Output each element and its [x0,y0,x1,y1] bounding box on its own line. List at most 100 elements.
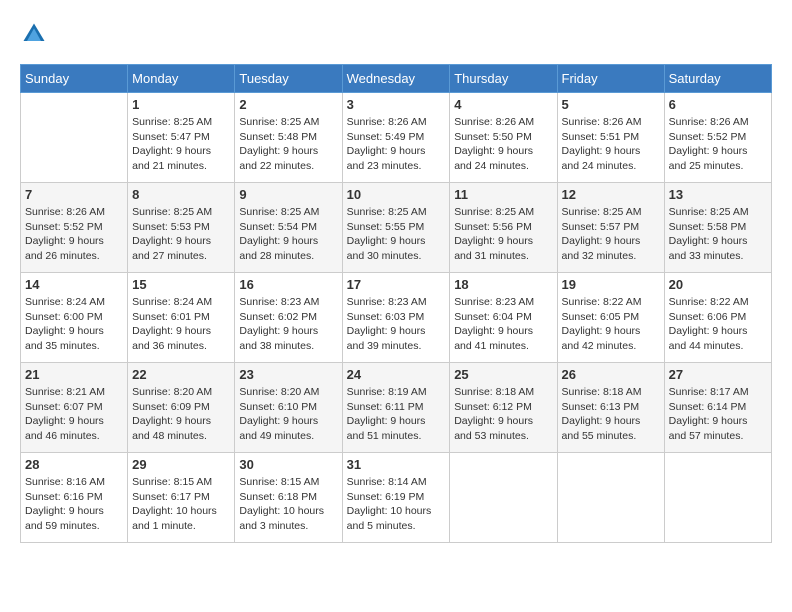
day-info: Sunrise: 8:19 AMSunset: 6:11 PMDaylight:… [347,385,446,444]
day-cell: 13 Sunrise: 8:25 AMSunset: 5:58 PMDayligh… [664,183,771,273]
day-cell: 7 Sunrise: 8:26 AMSunset: 5:52 PMDaylight… [21,183,128,273]
day-info: Sunrise: 8:24 AMSunset: 6:00 PMDaylight:… [25,295,123,354]
day-info: Sunrise: 8:18 AMSunset: 6:13 PMDaylight:… [562,385,660,444]
day-info: Sunrise: 8:20 AMSunset: 6:09 PMDaylight:… [132,385,230,444]
day-info: Sunrise: 8:26 AMSunset: 5:52 PMDaylight:… [25,205,123,264]
page-header [20,20,772,48]
day-info: Sunrise: 8:25 AMSunset: 5:54 PMDaylight:… [239,205,337,264]
week-row-1: 1 Sunrise: 8:25 AMSunset: 5:47 PMDaylight… [21,93,772,183]
header-sunday: Sunday [21,65,128,93]
day-number: 28 [25,457,123,472]
day-info: Sunrise: 8:25 AMSunset: 5:57 PMDaylight:… [562,205,660,264]
day-number: 16 [239,277,337,292]
day-number: 20 [669,277,767,292]
logo [20,20,52,48]
day-number: 27 [669,367,767,382]
day-number: 7 [25,187,123,202]
day-number: 26 [562,367,660,382]
day-number: 14 [25,277,123,292]
day-cell [557,453,664,543]
day-info: Sunrise: 8:24 AMSunset: 6:01 PMDaylight:… [132,295,230,354]
day-info: Sunrise: 8:22 AMSunset: 6:06 PMDaylight:… [669,295,767,354]
day-number: 18 [454,277,552,292]
header-tuesday: Tuesday [235,65,342,93]
day-info: Sunrise: 8:15 AMSunset: 6:18 PMDaylight:… [239,475,337,534]
header-saturday: Saturday [664,65,771,93]
day-cell: 16 Sunrise: 8:23 AMSunset: 6:02 PMDayligh… [235,273,342,363]
day-cell: 8 Sunrise: 8:25 AMSunset: 5:53 PMDaylight… [128,183,235,273]
day-number: 24 [347,367,446,382]
day-info: Sunrise: 8:23 AMSunset: 6:02 PMDaylight:… [239,295,337,354]
day-number: 22 [132,367,230,382]
day-number: 2 [239,97,337,112]
day-cell: 21 Sunrise: 8:21 AMSunset: 6:07 PMDayligh… [21,363,128,453]
day-info: Sunrise: 8:23 AMSunset: 6:03 PMDaylight:… [347,295,446,354]
day-info: Sunrise: 8:17 AMSunset: 6:14 PMDaylight:… [669,385,767,444]
week-row-3: 14 Sunrise: 8:24 AMSunset: 6:00 PMDayligh… [21,273,772,363]
day-info: Sunrise: 8:26 AMSunset: 5:51 PMDaylight:… [562,115,660,174]
day-cell: 17 Sunrise: 8:23 AMSunset: 6:03 PMDayligh… [342,273,450,363]
day-cell [450,453,557,543]
day-cell: 4Sunrise: 8:26 AMSunset: 5:50 PMDaylight… [450,93,557,183]
day-number: 25 [454,367,552,382]
day-cell: 20 Sunrise: 8:22 AMSunset: 6:06 PMDayligh… [664,273,771,363]
day-info: Sunrise: 8:25 AMSunset: 5:55 PMDaylight:… [347,205,446,264]
header-monday: Monday [128,65,235,93]
day-cell: 18 Sunrise: 8:23 AMSunset: 6:04 PMDayligh… [450,273,557,363]
week-row-4: 21 Sunrise: 8:21 AMSunset: 6:07 PMDayligh… [21,363,772,453]
day-cell: 11Sunrise: 8:25 AMSunset: 5:56 PMDayligh… [450,183,557,273]
day-number: 13 [669,187,767,202]
day-number: 23 [239,367,337,382]
day-info: Sunrise: 8:15 AMSunset: 6:17 PMDaylight:… [132,475,230,534]
day-number: 11 [454,187,552,202]
day-info: Sunrise: 8:25 AMSunset: 5:47 PMDaylight:… [132,115,230,174]
day-cell: 24 Sunrise: 8:19 AMSunset: 6:11 PMDayligh… [342,363,450,453]
logo-icon [20,20,48,48]
day-cell: 19Sunrise: 8:22 AMSunset: 6:05 PMDayligh… [557,273,664,363]
day-cell: 1 Sunrise: 8:25 AMSunset: 5:47 PMDaylight… [128,93,235,183]
header-thursday: Thursday [450,65,557,93]
day-info: Sunrise: 8:23 AMSunset: 6:04 PMDaylight:… [454,295,552,354]
day-number: 3 [347,97,446,112]
day-info: Sunrise: 8:25 AMSunset: 5:48 PMDaylight:… [239,115,337,174]
day-cell: 30 Sunrise: 8:15 AMSunset: 6:18 PMDayligh… [235,453,342,543]
day-number: 30 [239,457,337,472]
day-info: Sunrise: 8:21 AMSunset: 6:07 PMDaylight:… [25,385,123,444]
week-row-5: 28Sunrise: 8:16 AMSunset: 6:16 PMDayligh… [21,453,772,543]
day-info: Sunrise: 8:20 AMSunset: 6:10 PMDaylight:… [239,385,337,444]
calendar-table: SundayMondayTuesdayWednesdayThursdayFrid… [20,64,772,543]
day-number: 6 [669,97,767,112]
day-info: Sunrise: 8:14 AMSunset: 6:19 PMDaylight:… [347,475,446,534]
day-number: 31 [347,457,446,472]
day-cell: 23 Sunrise: 8:20 AMSunset: 6:10 PMDayligh… [235,363,342,453]
day-cell: 15 Sunrise: 8:24 AMSunset: 6:01 PMDayligh… [128,273,235,363]
day-number: 5 [562,97,660,112]
day-cell: 27 Sunrise: 8:17 AMSunset: 6:14 PMDayligh… [664,363,771,453]
day-info: Sunrise: 8:22 AMSunset: 6:05 PMDaylight:… [562,295,660,354]
day-number: 15 [132,277,230,292]
day-number: 21 [25,367,123,382]
day-info: Sunrise: 8:25 AMSunset: 5:53 PMDaylight:… [132,205,230,264]
day-cell: 6 Sunrise: 8:26 AMSunset: 5:52 PMDaylight… [664,93,771,183]
day-info: Sunrise: 8:26 AMSunset: 5:52 PMDaylight:… [669,115,767,174]
day-number: 1 [132,97,230,112]
day-cell: 12Sunrise: 8:25 AMSunset: 5:57 PMDayligh… [557,183,664,273]
day-number: 8 [132,187,230,202]
day-cell: 2 Sunrise: 8:25 AMSunset: 5:48 PMDaylight… [235,93,342,183]
day-number: 17 [347,277,446,292]
day-cell: 26 Sunrise: 8:18 AMSunset: 6:13 PMDayligh… [557,363,664,453]
day-number: 29 [132,457,230,472]
calendar-header-row: SundayMondayTuesdayWednesdayThursdayFrid… [21,65,772,93]
day-cell: 9 Sunrise: 8:25 AMSunset: 5:54 PMDaylight… [235,183,342,273]
day-cell: 3Sunrise: 8:26 AMSunset: 5:49 PMDaylight… [342,93,450,183]
day-cell [21,93,128,183]
day-number: 9 [239,187,337,202]
day-number: 10 [347,187,446,202]
day-cell: 25Sunrise: 8:18 AMSunset: 6:12 PMDayligh… [450,363,557,453]
day-number: 4 [454,97,552,112]
header-friday: Friday [557,65,664,93]
header-wednesday: Wednesday [342,65,450,93]
day-cell: 28Sunrise: 8:16 AMSunset: 6:16 PMDayligh… [21,453,128,543]
week-row-2: 7 Sunrise: 8:26 AMSunset: 5:52 PMDaylight… [21,183,772,273]
day-info: Sunrise: 8:25 AMSunset: 5:58 PMDaylight:… [669,205,767,264]
